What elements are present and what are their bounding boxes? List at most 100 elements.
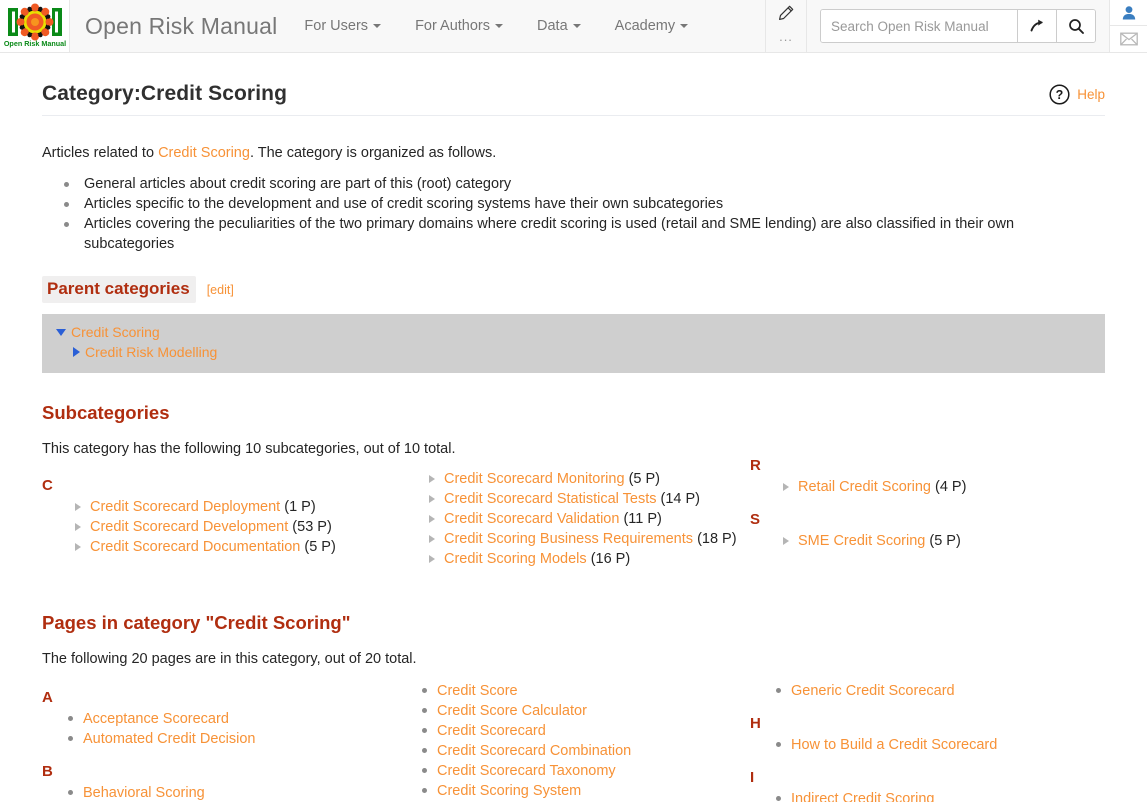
search-area: [807, 0, 1109, 52]
tree-link[interactable]: Credit Risk Modelling: [85, 344, 217, 360]
list-item: Credit Score Calculator: [422, 701, 750, 721]
nav-label: Data: [537, 18, 568, 34]
page-content: Category:Credit Scoring ? Help Articles …: [0, 53, 1147, 802]
page-list: Generic Credit Scorecard: [750, 681, 1104, 701]
list-item: Behavioral Scoring: [68, 783, 396, 802]
nav-item-for-users[interactable]: For Users: [287, 0, 398, 52]
tree-link[interactable]: Credit Scoring: [71, 324, 160, 340]
primary-nav: For Users For Authors Data Academy: [287, 0, 705, 52]
pages-heading: Pages in category "Credit Scoring": [42, 612, 351, 634]
edit-page-button[interactable]: [766, 0, 806, 26]
page-link[interactable]: Generic Credit Scorecard: [791, 683, 955, 699]
page-link[interactable]: Acceptance Scorecard: [83, 711, 229, 727]
subcategory-link[interactable]: Credit Scorecard Statistical Tests: [444, 491, 656, 507]
tree-node-credit-scoring[interactable]: Credit Scoring: [42, 322, 1105, 342]
nav-item-data[interactable]: Data: [520, 0, 598, 52]
page-title: Category:Credit Scoring: [42, 82, 287, 105]
pages-column-2: Credit Score Credit Score Calculator Cre…: [396, 681, 750, 802]
list-item: Credit Scoring System: [422, 781, 750, 801]
subcategory-link[interactable]: Credit Scorecard Development: [90, 519, 288, 535]
help-link[interactable]: ? Help: [1049, 84, 1105, 105]
user-tools-column: [1109, 0, 1147, 52]
pages-column-1: A Acceptance Scorecard Automated Credit …: [42, 681, 396, 802]
envelope-icon: [1119, 32, 1138, 46]
list-item: Automated Credit Decision: [68, 729, 396, 749]
pages-column-3: Generic Credit Scorecard H How to Build …: [750, 681, 1104, 802]
right-triangle-icon[interactable]: [73, 347, 80, 358]
list-item: Credit Scorecard Statistical Tests (14 P…: [429, 489, 750, 509]
page-link[interactable]: Credit Score Calculator: [437, 703, 587, 719]
site-title[interactable]: Open Risk Manual: [70, 0, 287, 52]
user-icon: [1122, 5, 1135, 19]
page-link[interactable]: Automated Credit Decision: [83, 731, 255, 747]
page-count: (14 P): [660, 491, 701, 508]
subcategory-link[interactable]: Credit Scorecard Deployment: [90, 499, 280, 515]
pencil-icon: [779, 5, 794, 20]
nav-item-for-authors[interactable]: For Authors: [398, 0, 520, 52]
more-tools-button[interactable]: ...: [766, 26, 806, 52]
page-link[interactable]: Credit Scorecard Combination: [437, 743, 631, 759]
nav-label: For Users: [304, 18, 369, 34]
down-triangle-icon[interactable]: [56, 329, 66, 337]
page-link[interactable]: How to Build a Credit Scorecard: [791, 737, 997, 753]
page-count: (16 P): [590, 551, 631, 568]
page-list: How to Build a Credit Scorecard: [750, 735, 1104, 755]
letter-heading: A: [42, 689, 53, 707]
credit-scoring-link[interactable]: Credit Scoring: [158, 145, 250, 161]
arrow-go-icon: [1030, 19, 1043, 31]
list-item: Credit Scorecard Validation (11 P): [429, 509, 750, 529]
subcategory-link[interactable]: Credit Scoring Business Requirements: [444, 531, 693, 547]
list-item: Credit Scorecard Taxonomy: [422, 761, 750, 781]
list-item: Generic Credit Scorecard: [776, 681, 1104, 701]
subcategory-link[interactable]: Credit Scoring Models: [444, 551, 587, 567]
page-count: (11 P): [623, 511, 662, 528]
list-item: Indirect Credit Scoring: [776, 789, 1104, 802]
tree-node-credit-risk-modelling[interactable]: Credit Risk Modelling: [42, 342, 1105, 362]
svg-text:?: ?: [1056, 88, 1064, 102]
letter-heading: R: [750, 457, 761, 475]
chevron-down-icon: [680, 24, 689, 28]
list-item: Credit Scorecard Monitoring (5 P): [429, 469, 750, 489]
messages-button[interactable]: [1110, 26, 1147, 52]
page-link[interactable]: Credit Scoring System: [437, 783, 581, 799]
subcategories-column-3: R Retail Credit Scoring (4 P) S SME Cred…: [750, 457, 1104, 583]
search-group: [820, 9, 1096, 43]
user-account-button[interactable]: [1110, 0, 1147, 26]
letter-heading: I: [750, 769, 755, 787]
help-label: Help: [1077, 87, 1105, 102]
list-item: Credit Scorecard Development (53 P): [75, 517, 396, 537]
page-link[interactable]: Behavioral Scoring: [83, 785, 205, 801]
page-count: (1 P): [284, 499, 316, 516]
subcategory-link[interactable]: Credit Scorecard Monitoring: [444, 471, 625, 487]
search-button[interactable]: [1056, 10, 1095, 42]
search-input[interactable]: [821, 10, 1017, 42]
page-link[interactable]: Indirect Credit Scoring: [791, 791, 934, 802]
page-count: (53 P): [292, 519, 332, 536]
parent-categories-header: Parent categories [edit]: [42, 276, 1105, 304]
subcategory-link[interactable]: Credit Scorecard Documentation: [90, 539, 300, 555]
page-link[interactable]: Credit Score: [437, 683, 518, 699]
page-count: (5 P): [628, 471, 660, 488]
site-logo[interactable]: Open Risk Manual: [0, 0, 70, 52]
page-list: Behavioral Scoring: [42, 783, 396, 802]
edit-section-link[interactable]: [edit]: [207, 283, 234, 297]
magnifier-icon: [1068, 18, 1084, 34]
nav-item-academy[interactable]: Academy: [598, 0, 705, 52]
page-link[interactable]: Credit Scorecard Taxonomy: [437, 763, 616, 779]
svg-text:Open Risk Manual: Open Risk Manual: [3, 39, 65, 48]
go-button[interactable]: [1017, 10, 1056, 42]
page-list: Credit Score Credit Score Calculator Cre…: [396, 681, 750, 802]
parent-categories-tree: Credit Scoring Credit Risk Modelling: [42, 314, 1105, 374]
page-link[interactable]: Credit Scorecard: [437, 723, 546, 739]
letter-heading: C: [42, 477, 53, 495]
subcategory-link[interactable]: Retail Credit Scoring: [798, 479, 931, 495]
page-count: (5 P): [304, 539, 336, 556]
letter-heading: H: [750, 715, 761, 733]
list-item: Retail Credit Scoring (4 P): [783, 477, 1104, 497]
subcategory-list: Credit Scorecard Monitoring (5 P) Credit…: [396, 469, 750, 569]
subcategory-link[interactable]: Credit Scorecard Validation: [444, 511, 619, 527]
pages-columns: A Acceptance Scorecard Automated Credit …: [42, 681, 1105, 802]
subcategory-link[interactable]: SME Credit Scoring: [798, 533, 925, 549]
list-item: Credit Score: [422, 681, 750, 701]
